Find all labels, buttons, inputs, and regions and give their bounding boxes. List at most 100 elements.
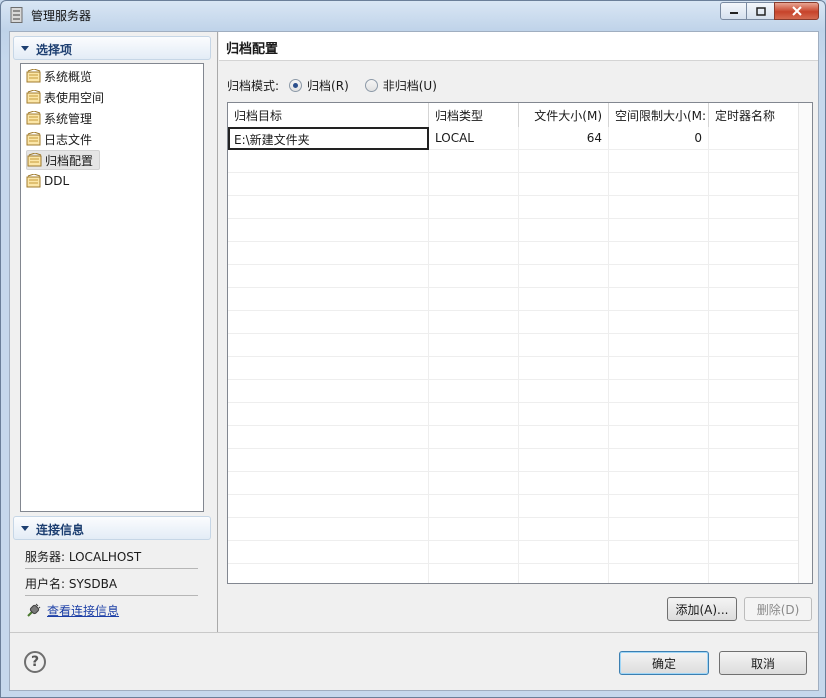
cancel-button[interactable]: 取消 — [719, 651, 807, 675]
view-connection-row[interactable]: 查看连接信息 — [25, 602, 119, 619]
empty-cell — [519, 334, 609, 357]
close-icon — [791, 6, 802, 16]
empty-cell — [228, 426, 429, 449]
empty-cell — [228, 196, 429, 219]
archive-table: 归档目标 归档类型 文件大小(M) 空间限制大小(M: 定时器名称 E:\新建文… — [227, 102, 813, 584]
archive-mode-row: 归档模式: 归档(R) 非归档(U) — [227, 77, 437, 94]
empty-cell — [709, 357, 799, 380]
tree-item-label: 系统管理 — [44, 111, 93, 126]
empty-cell — [429, 173, 519, 196]
close-button[interactable] — [774, 2, 819, 20]
radio-unselected-icon[interactable] — [364, 79, 378, 92]
empty-cell — [609, 564, 709, 583]
empty-cell — [429, 403, 519, 426]
connection-section-header[interactable]: 连接信息 — [13, 516, 211, 540]
properties-icon — [26, 111, 41, 125]
empty-table-row — [228, 426, 812, 449]
tree-item-log-files[interactable]: 日志文件 — [26, 129, 98, 149]
cell-target[interactable]: E:\新建文件夹 — [228, 127, 429, 150]
dialog-content: 选择项 系统概览 表使用空间 系统管理 日志文件 归档配置 DDL 连接信息 服… — [9, 31, 819, 691]
server-icon — [10, 7, 23, 23]
empty-cell — [709, 403, 799, 426]
left-panel: 选择项 系统概览 表使用空间 系统管理 日志文件 归档配置 DDL 连接信息 服… — [10, 32, 218, 632]
radio-no-archive[interactable]: 非归档(U) — [364, 77, 437, 94]
window-title: 管理服务器 — [31, 9, 92, 23]
empty-cell — [709, 472, 799, 495]
empty-cell — [709, 265, 799, 288]
empty-cell — [709, 288, 799, 311]
empty-cell — [429, 150, 519, 173]
column-header-target[interactable]: 归档目标 — [228, 103, 429, 127]
empty-cell — [429, 288, 519, 311]
help-icon[interactable]: ? — [24, 651, 46, 673]
empty-cell — [709, 334, 799, 357]
empty-cell — [519, 357, 609, 380]
empty-cell — [709, 311, 799, 334]
tree-item-system-management[interactable]: 系统管理 — [26, 108, 98, 128]
empty-cell — [429, 449, 519, 472]
add-button[interactable]: 添加(A)... — [667, 597, 737, 621]
table-row[interactable]: E:\新建文件夹 LOCAL 64 0 — [228, 127, 812, 150]
column-header-timer[interactable]: 定时器名称 — [709, 103, 799, 127]
empty-cell — [709, 219, 799, 242]
empty-table-row — [228, 403, 812, 426]
tree-item-system-overview[interactable]: 系统概览 — [26, 66, 98, 86]
empty-cell — [228, 242, 429, 265]
select-section-title: 选择项 — [36, 43, 73, 57]
connection-plug-icon — [27, 603, 41, 617]
empty-cell — [519, 426, 609, 449]
cell-file-size[interactable]: 64 — [519, 127, 609, 150]
divider — [25, 595, 198, 596]
empty-cell — [228, 173, 429, 196]
tree-item-label: 日志文件 — [44, 132, 93, 147]
empty-cell — [228, 403, 429, 426]
empty-table-row — [228, 518, 812, 541]
empty-cell — [228, 288, 429, 311]
empty-table-row — [228, 334, 812, 357]
empty-table-row — [228, 196, 812, 219]
empty-table-row — [228, 219, 812, 242]
tree-item-table-space[interactable]: 表使用空间 — [26, 87, 110, 107]
empty-cell — [429, 541, 519, 564]
title-bar[interactable]: 管理服务器 — [1, 1, 825, 29]
empty-cell — [429, 495, 519, 518]
empty-cell — [519, 242, 609, 265]
empty-cell — [228, 219, 429, 242]
empty-cell — [519, 311, 609, 334]
empty-table-row — [228, 495, 812, 518]
empty-cell — [609, 518, 709, 541]
column-header-space-limit[interactable]: 空间限制大小(M: — [609, 103, 709, 127]
empty-cell — [429, 472, 519, 495]
vertical-scroll-area[interactable] — [798, 103, 812, 583]
empty-cell — [228, 357, 429, 380]
empty-cell — [609, 219, 709, 242]
empty-cell — [609, 265, 709, 288]
empty-cell — [429, 242, 519, 265]
table-body: E:\新建文件夹 LOCAL 64 0 — [228, 127, 812, 583]
column-header-file-size[interactable]: 文件大小(M) — [519, 103, 609, 127]
empty-cell — [609, 495, 709, 518]
cell-space-limit[interactable]: 0 — [609, 127, 709, 150]
ok-button[interactable]: 确定 — [619, 651, 709, 675]
tree-item-ddl[interactable]: DDL — [26, 171, 75, 191]
maximize-button[interactable] — [747, 2, 774, 20]
delete-button[interactable]: 删除(D) — [744, 597, 812, 621]
cell-timer[interactable] — [709, 127, 799, 150]
empty-table-row — [228, 311, 812, 334]
radio-archive-label: 归档(R) — [307, 79, 349, 93]
option-tree: 系统概览 表使用空间 系统管理 日志文件 归档配置 DDL — [20, 63, 204, 512]
empty-cell — [519, 518, 609, 541]
minimize-button[interactable] — [720, 2, 747, 20]
cell-type[interactable]: LOCAL — [429, 127, 519, 150]
empty-table-row — [228, 288, 812, 311]
empty-cell — [429, 196, 519, 219]
properties-icon — [27, 153, 42, 167]
column-header-type[interactable]: 归档类型 — [429, 103, 519, 127]
view-connection-link[interactable]: 查看连接信息 — [47, 602, 119, 619]
empty-cell — [709, 380, 799, 403]
select-section-header[interactable]: 选择项 — [13, 36, 211, 60]
tree-item-archive-config[interactable]: 归档配置 — [26, 150, 101, 170]
empty-cell — [709, 564, 799, 583]
radio-selected-icon[interactable] — [289, 79, 303, 92]
radio-archive[interactable]: 归档(R) — [289, 77, 349, 94]
